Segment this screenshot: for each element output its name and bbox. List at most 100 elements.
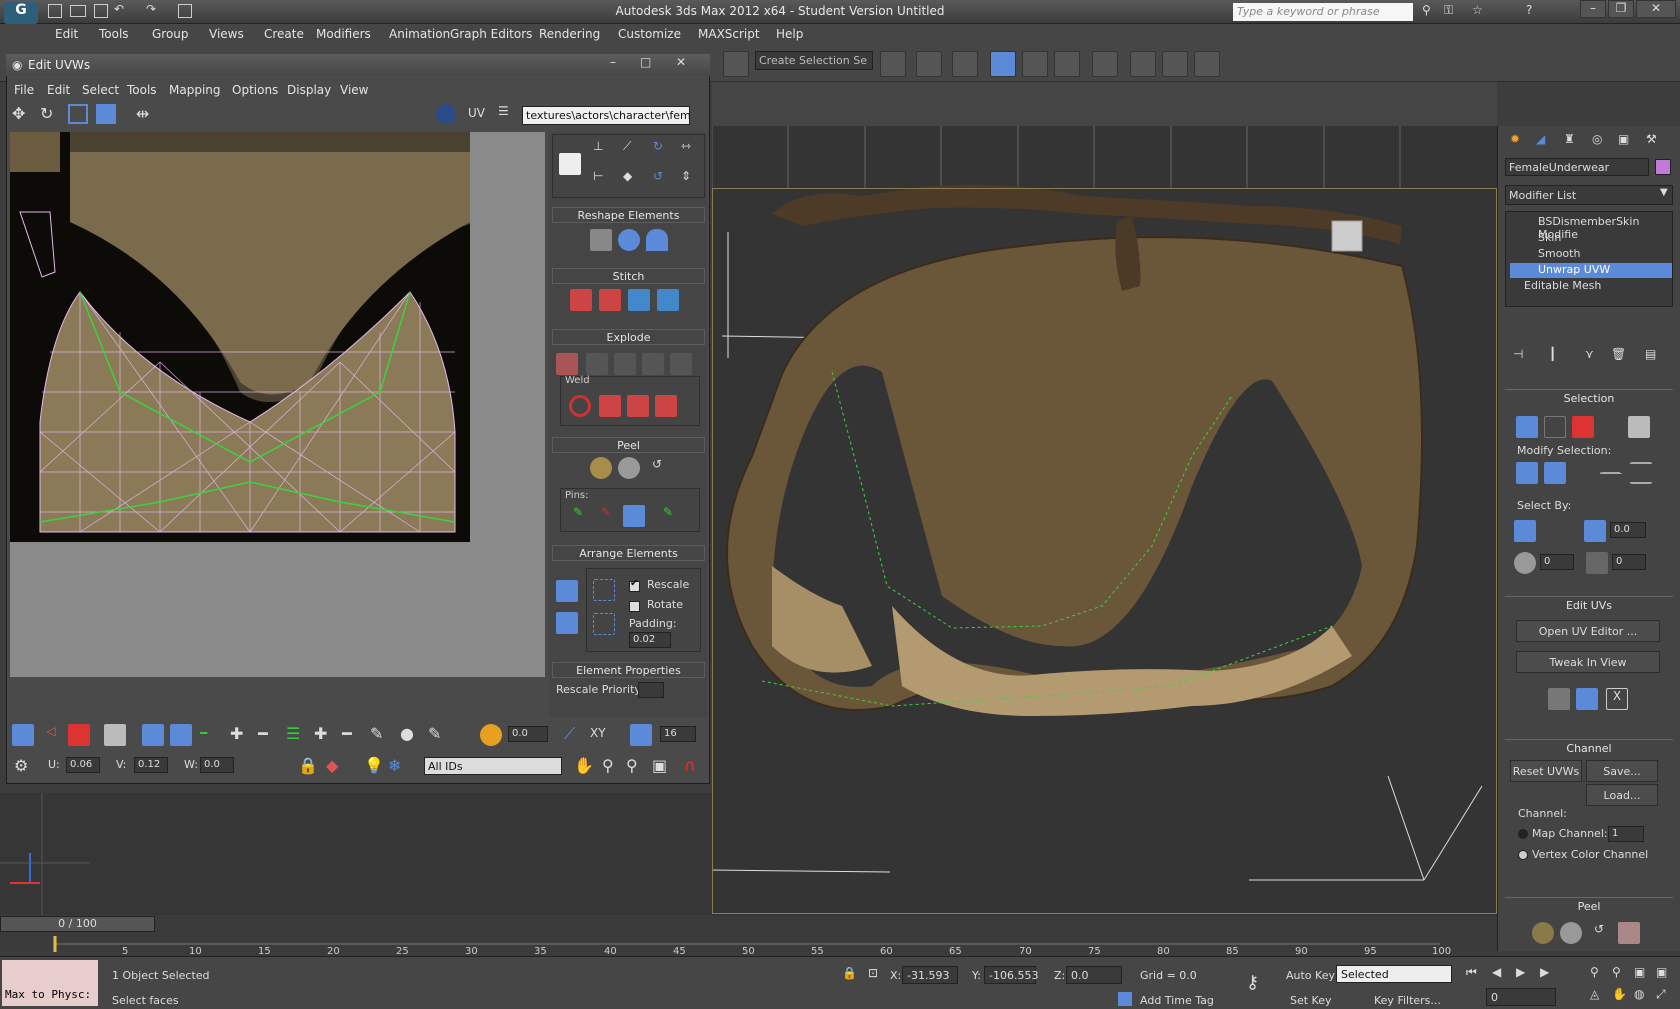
utilities-tab-icon[interactable]: ⚒ <box>1646 132 1657 146</box>
pack-normalize-icon[interactable] <box>556 612 578 634</box>
uv-loop-shrink-icon[interactable]: ━ <box>258 724 268 743</box>
uv-grow-icon[interactable] <box>142 724 164 746</box>
edge-mode-icon[interactable] <box>1544 416 1566 438</box>
break-icon[interactable] <box>556 353 578 375</box>
undo-icon[interactable]: ↶ <box>114 2 124 16</box>
uv-edge-mode-icon[interactable]: ◁ <box>40 724 62 746</box>
detach-edge-verts-icon[interactable] <box>586 353 608 375</box>
weld-target-icon[interactable] <box>569 395 591 417</box>
pack-together-icon[interactable] <box>593 579 615 601</box>
time-slider[interactable]: 0 / 100 <box>0 916 155 932</box>
shrink-selection-icon[interactable] <box>1544 462 1566 484</box>
uvw-menu-tools[interactable]: Tools <box>127 83 157 97</box>
stack-item-skin[interactable]: Skin <box>1510 231 1672 246</box>
falloff-linear-icon[interactable]: ⟋ <box>564 724 575 744</box>
w-spinner[interactable]: 0.0 <box>200 757 234 773</box>
open-file-icon[interactable] <box>70 5 86 17</box>
make-unique-icon[interactable]: ⋎ <box>1585 347 1594 361</box>
eraser-icon[interactable]: ◆ <box>326 756 338 775</box>
uvw-menu-view[interactable]: View <box>340 83 368 97</box>
relax-icon[interactable]: ◆ <box>623 169 632 183</box>
map-channel-spinner[interactable]: 1 <box>1608 826 1644 842</box>
grid-snap-icon[interactable] <box>630 724 652 746</box>
new-file-icon[interactable] <box>48 4 62 18</box>
rollout-reshape-elements[interactable]: Reshape Elements <box>552 207 705 223</box>
fov-icon[interactable]: ◬ <box>1590 987 1599 1001</box>
soft-selection-icon[interactable] <box>480 724 502 746</box>
lock-icon[interactable]: 🔒 <box>298 756 318 775</box>
uvw-close-icon[interactable]: ✕ <box>676 55 686 69</box>
peel-mode-uv-icon[interactable] <box>618 457 640 479</box>
zoom-region-icon[interactable]: ⚲ <box>626 756 638 775</box>
uv-loop-icon[interactable]: ━ <box>200 726 207 740</box>
uv-label[interactable]: UV <box>468 106 485 120</box>
go-to-start-icon[interactable]: ⏮ <box>1466 965 1477 980</box>
align-vertical-icon[interactable]: ⊥ <box>593 139 603 153</box>
uv-shrink-icon[interactable] <box>170 724 192 746</box>
render-setup-icon[interactable] <box>1130 51 1156 77</box>
uvw-menu-edit[interactable]: Edit <box>47 83 70 97</box>
selection-lock-icon[interactable]: 🔒 <box>842 966 857 980</box>
vertex-color-radio[interactable] <box>1518 850 1528 860</box>
next-frame-icon[interactable]: ▶ <box>1540 965 1549 979</box>
vertex-mode-icon[interactable] <box>1516 416 1538 438</box>
motion-tab-icon[interactable]: ◎ <box>1592 132 1602 146</box>
tweak-in-view-button[interactable]: Tweak In View <box>1516 651 1660 673</box>
stack-item-smooth[interactable]: Smooth <box>1510 247 1672 262</box>
loop-icon[interactable] <box>1600 472 1622 474</box>
hierarchy-tab-icon[interactable]: ♜ <box>1564 132 1575 146</box>
stack-item-unwrap-uvw[interactable]: Unwrap UVW <box>1510 263 1672 278</box>
peel-mode-icon[interactable] <box>1560 922 1582 944</box>
menu-animation[interactable]: Animation <box>389 27 450 41</box>
save-uvws-button[interactable]: Save... <box>1586 760 1658 782</box>
zoom-nav-icon[interactable]: ⚲ <box>1590 965 1599 979</box>
padding-spinner[interactable]: 0.02 <box>629 632 671 648</box>
v-spinner[interactable]: 0.12 <box>134 757 168 773</box>
uvw-menu-select[interactable]: Select <box>82 83 119 97</box>
quick-peel-uv-icon[interactable] <box>590 457 612 479</box>
bulb-icon[interactable]: 💡 <box>364 756 384 775</box>
paint-select-icon[interactable]: ✎ <box>370 724 383 743</box>
key-icon[interactable]: ⚿ <box>1444 3 1453 18</box>
align-icon[interactable] <box>916 51 942 77</box>
key-selection-dropdown[interactable]: Selected <box>1336 965 1452 983</box>
rollout-explode[interactable]: Explode <box>552 329 705 345</box>
grid-count-spinner[interactable]: 16 <box>660 726 696 742</box>
grow-selection-icon[interactable] <box>1516 462 1538 484</box>
map-channel-radio[interactable] <box>1518 829 1528 839</box>
z-coordinate-field[interactable]: 0.0 <box>1066 966 1122 984</box>
select-pins-icon[interactable]: ✎ <box>657 505 679 527</box>
uvw-minimize-icon[interactable]: – <box>610 55 616 69</box>
material-editor-icon[interactable] <box>1092 51 1118 77</box>
search-input[interactable]: Type a keyword or phrase <box>1233 3 1413 21</box>
relax-icon-2[interactable] <box>646 229 668 251</box>
flatten-by-polygon-angle-icon[interactable] <box>614 353 636 375</box>
uv-vertex-mode-icon[interactable] <box>12 724 34 746</box>
uvw-menu-options[interactable]: Options <box>232 83 278 97</box>
set-key-button[interactable]: Set Key <box>1290 994 1332 1007</box>
modifier-list-dropdown[interactable]: Modifier List <box>1505 185 1673 205</box>
menu-help[interactable]: Help <box>776 27 803 41</box>
add-time-tag-button[interactable]: Add Time Tag <box>1140 994 1214 1007</box>
zoom-extents-icon[interactable]: ▣ <box>652 756 667 775</box>
select-by-soft-icon[interactable] <box>1514 552 1536 574</box>
menu-modifiers[interactable]: Modifiers <box>316 27 371 41</box>
uvw-maximize-icon[interactable]: □ <box>640 55 651 69</box>
uv-loop-grow-icon[interactable]: ✚ <box>230 724 243 743</box>
planar-angle-spinner[interactable]: 0.0 <box>1610 522 1646 538</box>
uv-ring-grow-icon[interactable]: ✚ <box>314 724 327 743</box>
rollout-edit-uvs[interactable]: Edit UVs <box>1505 596 1673 614</box>
reset-uvws-button[interactable]: Reset UVWs <box>1510 760 1582 782</box>
space-vertical-icon[interactable]: ⇕ <box>681 169 691 183</box>
snap-magnet-icon[interactable]: ∩ <box>684 756 696 775</box>
uv-polygon-mode-icon[interactable] <box>68 724 90 746</box>
grid-select-spinner[interactable]: 0 <box>1612 554 1646 570</box>
named-selection-icon[interactable] <box>723 51 749 77</box>
paint-grow-icon[interactable]: ● <box>400 724 414 743</box>
close-icon[interactable]: ✕ <box>1636 0 1676 18</box>
uv-pivot-icon[interactable] <box>559 153 581 175</box>
soft-selection-spinner[interactable]: 0.0 <box>508 726 548 742</box>
pack-custom-icon[interactable] <box>556 580 578 602</box>
star-icon[interactable]: ☆ <box>1472 3 1483 17</box>
uv-options-icon[interactable]: ⚙ <box>14 756 28 775</box>
